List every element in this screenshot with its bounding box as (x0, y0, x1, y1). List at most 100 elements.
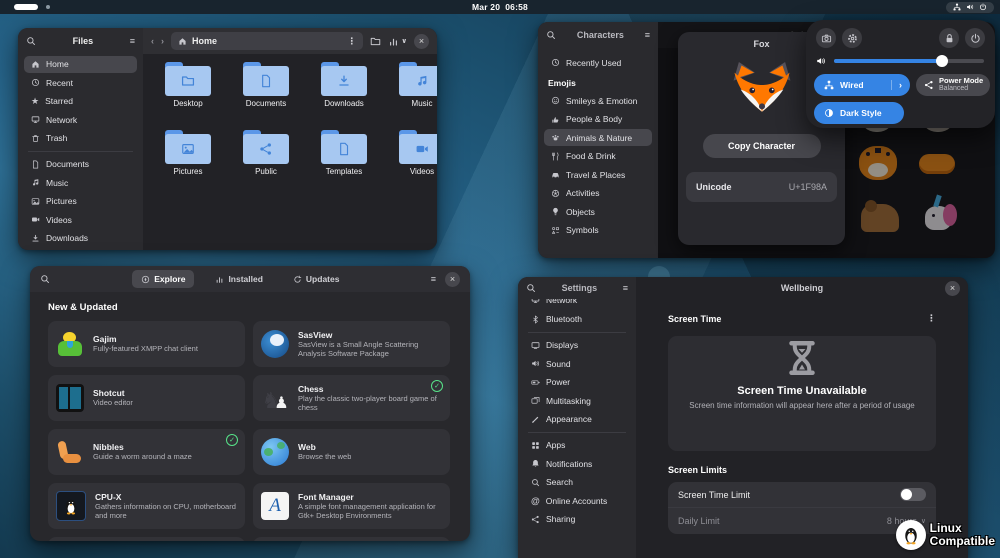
volume-icon (816, 56, 826, 66)
sidebar-item-bluetooth[interactable]: Bluetooth (524, 311, 630, 328)
volume-slider-knob[interactable] (936, 55, 948, 67)
sidebar-separator (528, 432, 626, 433)
power-button[interactable] (965, 28, 985, 48)
path-bar[interactable]: Home ⋮ (171, 32, 363, 50)
folder-item-documents[interactable]: Documents (231, 62, 301, 108)
folder-icon (399, 62, 437, 96)
sidebar-item-pictures[interactable]: Pictures (24, 193, 137, 210)
settings-button[interactable] (842, 28, 862, 48)
sidebar-item-online-accounts[interactable]: @Online Accounts (524, 492, 630, 509)
sidebar-item-sound[interactable]: Sound (524, 355, 630, 372)
installed-icon (215, 275, 224, 284)
folder-item-public[interactable]: Public (231, 130, 301, 176)
sidebar-item-travel-places[interactable]: Travel & Places (544, 166, 652, 183)
sidebar-item-symbols[interactable]: Symbols (544, 222, 652, 239)
close-button[interactable]: × (445, 272, 460, 287)
folder-item-templates[interactable]: Templates (309, 130, 379, 176)
sidebar-item-power[interactable]: Power (524, 374, 630, 391)
hamburger-menu-icon[interactable]: ≡ (130, 36, 135, 46)
sidebar-item-smileys-emotion[interactable]: Smileys & Emotion (544, 92, 652, 109)
screen-time-limit-toggle[interactable] (900, 488, 926, 501)
forward-icon[interactable]: › (161, 36, 164, 46)
folder-item-desktop[interactable]: Desktop (153, 62, 223, 108)
sidebar-item-documents[interactable]: Documents (24, 156, 137, 173)
app-card-partial[interactable] (253, 537, 450, 541)
app-card-gajim[interactable]: GajimFully-featured XMPP chat client (48, 321, 245, 367)
sidebar-item-music[interactable]: Music (24, 174, 137, 191)
sidebar-item-network[interactable]: Network (524, 299, 630, 308)
volume-slider[interactable] (834, 59, 984, 63)
sidebar-item-animals-nature[interactable]: Animals & Nature (544, 129, 652, 146)
sidebar-item-trash[interactable]: Trash (24, 130, 137, 147)
view-options-button[interactable]: ∨ (388, 36, 407, 47)
search-everywhere-icon[interactable] (370, 36, 381, 47)
sidebar-item-search[interactable]: Search (524, 474, 630, 491)
screen-time-kebab-icon[interactable]: ⋮ (927, 313, 936, 324)
sidebar-item-sharing[interactable]: Sharing (524, 511, 630, 528)
close-button[interactable]: × (945, 281, 960, 296)
sidebar-item-starred[interactable]: ★Starred (24, 93, 137, 110)
battery-icon (531, 378, 540, 387)
fork-knife-icon (551, 152, 560, 161)
folder-item-downloads[interactable]: Downloads (309, 62, 379, 108)
app-card-web[interactable]: WebBrowse the web (253, 429, 450, 475)
font-manager-app-icon: A (261, 492, 289, 520)
folder-icon (165, 130, 211, 164)
apps-grid-icon (531, 441, 540, 450)
hourglass-icon (782, 336, 822, 380)
app-card-sasview[interactable]: SasViewSasView is a Small Angle Scatteri… (253, 321, 450, 367)
sidebar-item-downloads[interactable]: Downloads (24, 230, 137, 247)
sidebar-item-apps[interactable]: Apps (524, 437, 630, 454)
chevron-right-icon[interactable]: › (891, 80, 902, 90)
close-button[interactable]: × (414, 34, 429, 49)
power-mode-toggle[interactable]: Power Mode Balanced (916, 74, 990, 96)
tab-updates[interactable]: Updates (284, 270, 349, 288)
sidebar-item-notifications[interactable]: Notifications (524, 455, 630, 472)
screenshot-button[interactable] (816, 28, 836, 48)
sidebar-item-activities[interactable]: Activities (544, 185, 652, 202)
sidebar-item-displays[interactable]: Displays (524, 337, 630, 354)
tab-installed[interactable]: Installed (206, 270, 271, 288)
app-card-partial[interactable] (48, 537, 245, 541)
back-icon[interactable]: ‹ (151, 36, 154, 46)
wired-toggle[interactable]: Wired › (814, 74, 910, 96)
sidebar-item-network[interactable]: Network (24, 111, 137, 128)
search-icon[interactable] (40, 274, 50, 284)
clock-icon (551, 58, 560, 67)
search-icon[interactable] (546, 30, 556, 40)
sidebar-item-recently-used[interactable]: Recently Used (544, 54, 652, 71)
sidebar-item-videos[interactable]: Videos (24, 211, 137, 228)
sidebar-item-recent[interactable]: Recent (24, 74, 137, 91)
characters-sidebar: Characters ≡ Recently Used Emojis Smiley… (538, 22, 658, 258)
tab-explore[interactable]: Explore (132, 270, 194, 288)
folder-item-music[interactable]: Music (387, 62, 437, 108)
clock[interactable]: Mar 20 06:58 (0, 2, 1000, 12)
app-card-shotcut[interactable]: ShotcutVideo editor (48, 375, 245, 421)
folder-menu-kebab-icon[interactable]: ⋮ (347, 36, 356, 47)
characters-window-title: Characters (577, 30, 624, 40)
copy-character-button[interactable]: Copy Character (703, 134, 821, 158)
app-card-nibbles[interactable]: ✓ NibblesGuide a worm around a maze (48, 429, 245, 475)
sidebar-item-home[interactable]: Home (24, 56, 137, 73)
lock-icon (944, 33, 955, 44)
video-icon (31, 215, 40, 224)
sidebar-item-multitasking[interactable]: Multitasking (524, 392, 630, 409)
app-card-font-manager[interactable]: A Font ManagerA simple font management a… (253, 483, 450, 529)
sidebar-item-people-body[interactable]: People & Body (544, 111, 652, 128)
search-icon[interactable] (526, 283, 536, 293)
lock-button[interactable] (939, 28, 959, 48)
hamburger-menu-icon[interactable]: ≡ (623, 283, 628, 293)
app-card-chess[interactable]: ✓ ♞ ♟ ChessPlay the classic two-player b… (253, 375, 450, 421)
dark-style-toggle[interactable]: Dark Style (814, 102, 904, 124)
folder-emblem-icon (181, 74, 195, 88)
search-icon[interactable] (26, 36, 36, 46)
folder-item-videos[interactable]: Videos (387, 130, 437, 176)
sidebar-item-appearance[interactable]: Appearance (524, 411, 630, 428)
hamburger-menu-icon[interactable]: ≡ (645, 30, 650, 40)
chess-app-icon: ♞ ♟ (261, 384, 289, 412)
app-card-cpux[interactable]: CPU-XGathers information on CPU, motherb… (48, 483, 245, 529)
sidebar-item-food-drink[interactable]: Food & Drink (544, 148, 652, 165)
folder-item-pictures[interactable]: Pictures (153, 130, 223, 176)
hamburger-menu-icon[interactable]: ≡ (431, 274, 436, 284)
sidebar-item-objects[interactable]: Objects (544, 203, 652, 220)
